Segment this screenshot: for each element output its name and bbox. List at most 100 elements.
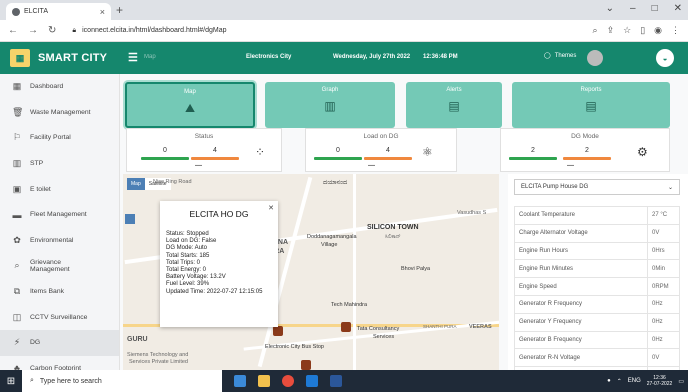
sidebar-item[interactable]: ▥ STP <box>0 151 119 177</box>
theme-icon: ◯ <box>544 53 551 59</box>
map-view[interactable]: Map Satellite ದಯಾನಂದ Nice Ring Road SILI… <box>123 174 499 370</box>
reload-icon[interactable]: ↻ <box>48 25 56 36</box>
new-tab-button[interactable]: + <box>116 3 123 17</box>
nav-card-label: Graph <box>321 87 339 93</box>
param-value: 0Min <box>647 259 680 279</box>
sidebar-item[interactable]: ⌕ Grievance Management <box>0 253 119 279</box>
avatar[interactable] <box>587 50 603 66</box>
sidebar-item[interactable]: ◫ CCTV Surveillance <box>0 304 119 330</box>
sidebar-item[interactable]: 🗑︎ Waste Management <box>0 100 119 126</box>
address-bar-row: ← → ↻ 🔒︎ iconnect.elcita.in/html/dashboa… <box>0 20 688 42</box>
dg-marker-icon[interactable] <box>273 326 283 336</box>
sidebar-icon[interactable]: ▯ <box>640 25 645 36</box>
clock[interactable]: 12:36 27-07-2022 <box>647 375 673 387</box>
info-line: Fuel Level: 39% <box>166 281 210 288</box>
dg-marker-icon[interactable] <box>301 360 311 370</box>
taskbar-search[interactable]: ⌕ Type here to search <box>22 370 222 392</box>
share-icon[interactable]: ⇪ <box>607 25 615 36</box>
close-window-icon[interactable]: ✕ <box>674 3 682 14</box>
network-icon[interactable]: ⌃ <box>617 378 622 385</box>
info-line: Total Trips: 0 <box>166 259 201 266</box>
task-view-icon[interactable] <box>234 375 246 387</box>
map-label: Tata Consultancy <box>357 326 400 332</box>
map-label: Bhovi Palya <box>401 266 431 272</box>
weather-icon[interactable]: ● <box>607 378 611 384</box>
sidebar-item-label: CCTV Surveillance <box>30 313 88 321</box>
map-label: ದಯಾನಂದ <box>323 179 348 186</box>
map-label: Village <box>321 242 338 248</box>
chevron-down-icon[interactable]: ⌄ <box>606 3 614 14</box>
nav-card-label: Reports <box>580 87 602 93</box>
total-label: ▬▬ <box>368 163 375 167</box>
back-icon[interactable]: ← <box>8 25 18 36</box>
sidebar-item[interactable]: ⧉ Items Bank <box>0 279 119 305</box>
tab-close-icon[interactable]: × <box>100 7 105 17</box>
company-name: Electronics City <box>246 54 292 60</box>
forward-icon[interactable]: → <box>28 25 38 36</box>
map-road <box>353 174 356 370</box>
info-line: Status: Stopped <box>166 231 209 237</box>
sidebar-item[interactable]: ✿ Environmental <box>0 228 119 254</box>
user-menu-icon[interactable]: ◒ <box>656 49 674 67</box>
browser-tab[interactable]: ELCITA × <box>6 3 111 20</box>
file-explorer-icon[interactable] <box>258 375 270 387</box>
word-icon[interactable] <box>330 375 342 387</box>
minimize-icon[interactable]: – <box>630 3 636 14</box>
current-date: Wednesday, July 27th 2022 <box>333 54 411 60</box>
fullscreen-icon[interactable] <box>125 214 135 224</box>
auto-count: 2 <box>585 147 589 154</box>
maximize-icon[interactable]: □ <box>652 3 658 14</box>
sidebar: ▦ Dashboard 🗑︎ Waste Management ⚐ Facility Po… <box>0 74 120 373</box>
param-name: Generator Y Frequency <box>514 312 648 332</box>
nav-card-graph[interactable]: Graph ▥ <box>265 82 395 128</box>
param-value: 0V <box>647 348 680 368</box>
alerts-icon: ▤ <box>448 99 460 113</box>
windows-start-icon[interactable]: ⊞ <box>0 370 22 392</box>
map-label: VEERAS <box>469 324 492 330</box>
items-icon: ⧉ <box>13 286 21 297</box>
taskbar: ⊞ ⌕ Type here to search ● ⌃ ENG 12:36 27… <box>0 370 688 392</box>
url-field[interactable]: 🔒︎ iconnect.elcita.in/html/dashboard.htm… <box>66 23 582 39</box>
profile-icon[interactable]: ◉ <box>654 25 662 36</box>
param-name: Charge Alternator Voltage <box>514 223 648 243</box>
browser-tabbar: ELCITA × + ⌄ – □ ✕ <box>0 0 688 20</box>
running-count: 0 <box>163 147 167 154</box>
dg-marker-icon[interactable] <box>341 322 351 332</box>
map-label: Services <box>373 334 395 340</box>
sidebar-item[interactable]: ▦ Dashboard <box>0 74 119 100</box>
menu-icon[interactable]: ⋮ <box>671 25 680 36</box>
status-panel: Status 0 4 ⁘ ▬▬ <box>126 128 282 172</box>
stopped-count: 4 <box>213 147 217 154</box>
map-label: ಸಿಲಿಕಾನ್ <box>385 234 401 240</box>
atom-icon: ⚛ <box>422 145 433 159</box>
map-type-button[interactable]: Map <box>127 178 145 190</box>
map-label: Nice Ring Road <box>153 179 192 185</box>
map-icon: ⛰ <box>184 101 196 115</box>
nav-card-reports[interactable]: Reports ▤ <box>512 82 670 128</box>
sidebar-item[interactable]: ⚡︎ DG <box>0 329 119 356</box>
map-label: Doddanagamangala <box>307 234 357 240</box>
search-icon: ⌕ <box>14 260 20 271</box>
chrome-icon[interactable] <box>282 375 294 387</box>
notification-icon[interactable]: ▭ <box>678 378 684 385</box>
store-icon[interactable] <box>306 375 318 387</box>
sidebar-item[interactable]: ▣ E toilet <box>0 176 119 202</box>
search-icon[interactable]: ⌕ <box>593 25 598 36</box>
nav-card-alerts[interactable]: Alerts ▤ <box>406 82 502 128</box>
hamburger-menu-icon[interactable]: ☰ <box>128 51 138 64</box>
param-name: Generator B Frequency <box>514 330 648 350</box>
info-line: Total Energy: 0 <box>166 267 207 274</box>
dg-select[interactable]: ELCITA Pump House DG ⌄ <box>514 179 680 195</box>
themes-button[interactable]: ◯ Themes <box>544 52 577 60</box>
themes-label: Themes <box>554 52 577 59</box>
info-lines: Status: Stopped Load on DG: False DG Mode:… <box>166 231 272 296</box>
total-label: ▬▬ <box>567 163 574 167</box>
table-row: Engine Run Hours 0Hrs <box>514 241 680 261</box>
sidebar-item-label: E toilet <box>30 185 51 193</box>
sidebar-item[interactable]: ⚐ Facility Portal <box>0 125 119 151</box>
nav-card-map[interactable]: Map ⛰ <box>125 82 255 128</box>
star-icon[interactable]: ☆ <box>623 25 631 36</box>
sidebar-item[interactable]: ▬ Fleet Management <box>0 202 119 228</box>
loaded-bar <box>314 157 362 160</box>
close-icon[interactable]: ✕ <box>268 204 274 212</box>
